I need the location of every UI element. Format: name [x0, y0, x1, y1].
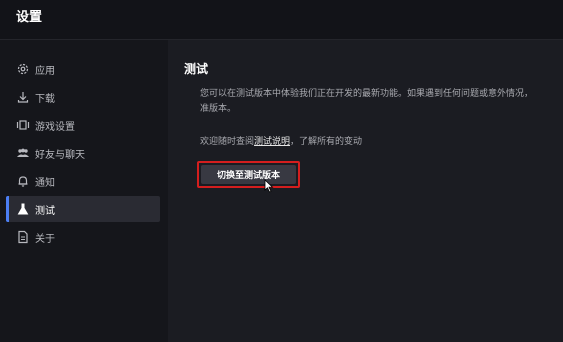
download-icon [16, 90, 30, 104]
testing-panel: 测试 您可以在测试版本中体验我们正在开发的最新功能。如果遇到任何问题或意外情况，… [168, 40, 563, 342]
window-title: 设置 [16, 10, 43, 25]
note-suffix: ，了解所有的变动 [290, 137, 363, 147]
description-line-1: 您可以在测试版本中体验我们正在开发的最新功能。如果遇到任何问题或意外情况， [200, 89, 534, 99]
page-title: 测试 [184, 62, 209, 76]
release-notes-text: 欢迎随时查阅测试说明，了解所有的变动 [200, 134, 362, 147]
switch-to-beta-button[interactable]: 切换至测试版本 [201, 165, 296, 184]
sidebar-item-label: 测试 [35, 206, 55, 217]
settings-window: 设置 应用 下载 游戏设置 好友与聊天 通知 测试 关于 测试 您可以在测试版本… [0, 0, 563, 342]
description-line-2: 准版本。 [200, 104, 237, 114]
gear-icon [16, 62, 30, 76]
testing-description: 您可以在测试版本中体验我们正在开发的最新功能。如果遇到任何问题或意外情况， 准版… [200, 87, 560, 117]
sidebar-item-apps[interactable]: 应用 [6, 56, 160, 82]
note-prefix: 欢迎随时查阅 [200, 137, 255, 147]
friends-icon [16, 146, 30, 160]
sidebar: 应用 下载 游戏设置 好友与聊天 通知 测试 关于 [0, 40, 168, 342]
document-icon [16, 230, 30, 244]
sidebar-item-label: 应用 [35, 66, 55, 77]
game-settings-icon [16, 118, 30, 132]
sidebar-item-label: 关于 [35, 234, 55, 245]
flask-icon [16, 202, 30, 216]
sidebar-item-about[interactable]: 关于 [6, 224, 160, 250]
sidebar-item-friends-chat[interactable]: 好友与聊天 [6, 140, 160, 166]
sidebar-item-label: 好友与聊天 [35, 150, 85, 161]
mouse-cursor-icon [264, 179, 274, 193]
title-bar: 设置 [0, 0, 563, 40]
test-notes-link[interactable]: 测试说明 [254, 137, 290, 147]
sidebar-item-testing[interactable]: 测试 [6, 196, 160, 222]
sidebar-item-label: 下载 [35, 94, 55, 105]
sidebar-item-label: 通知 [35, 178, 55, 189]
sidebar-item-notifications[interactable]: 通知 [6, 168, 160, 194]
sidebar-item-game-settings[interactable]: 游戏设置 [6, 112, 160, 138]
sidebar-item-download[interactable]: 下载 [6, 84, 160, 110]
sidebar-item-label: 游戏设置 [35, 122, 75, 133]
bell-icon [16, 174, 30, 188]
active-indicator [6, 196, 9, 222]
